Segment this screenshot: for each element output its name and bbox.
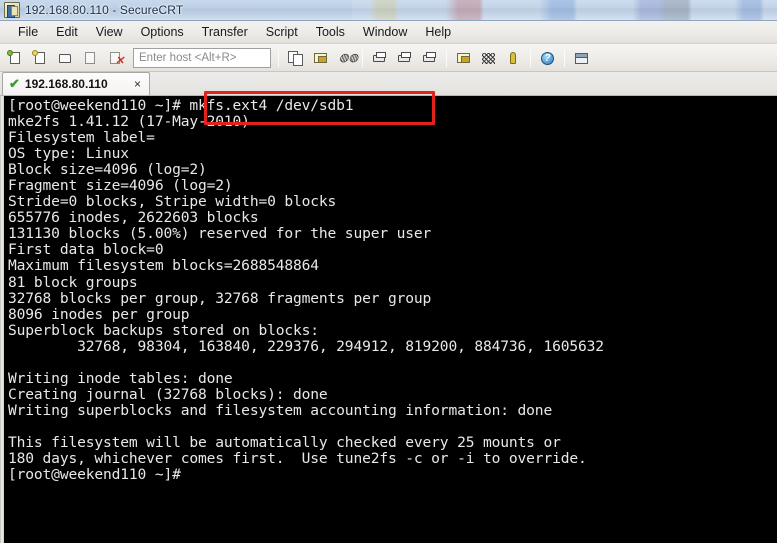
reconnect-icon bbox=[82, 50, 99, 66]
terminal-line: Writing superblocks and filesystem accou… bbox=[8, 401, 553, 419]
close-icon[interactable]: × bbox=[131, 77, 144, 91]
terminal-output[interactable]: [root@weekend110 ~]# mkfs.ext4 /dev/sdb1… bbox=[4, 96, 777, 543]
disconnect-icon: ✕ bbox=[107, 50, 124, 66]
copy-icon bbox=[287, 50, 304, 66]
menu-bar: File Edit View Options Transfer Script T… bbox=[0, 21, 777, 44]
tab-label: 192.168.80.110 bbox=[24, 77, 108, 91]
terminal-line: Block size=4096 (log=2) bbox=[8, 161, 207, 179]
menu-file[interactable]: File bbox=[9, 23, 47, 41]
terminal-line: 81 block groups bbox=[8, 273, 138, 291]
find-button[interactable]: ◍◍ bbox=[334, 47, 359, 69]
toolbar-separator-1 bbox=[278, 48, 279, 67]
tab-session-192-168-80-110[interactable]: ✔ 192.168.80.110 × bbox=[2, 72, 150, 95]
session-options-icon bbox=[455, 50, 472, 66]
key-button[interactable] bbox=[502, 47, 525, 69]
terminal-line: Superblock backups stored on blocks: bbox=[8, 321, 319, 339]
reconnect-button[interactable] bbox=[79, 47, 102, 69]
terminal-line: First data block=0 bbox=[8, 241, 164, 259]
session-options-button[interactable] bbox=[452, 47, 475, 69]
print-screen-icon bbox=[396, 50, 413, 66]
paste-icon bbox=[312, 50, 329, 66]
terminal-line: 32768, 98304, 163840, 229376, 294912, 81… bbox=[8, 337, 604, 355]
terminal-line: OS type: Linux bbox=[8, 145, 129, 163]
print-screen-button[interactable] bbox=[393, 47, 416, 69]
host-input-placeholder: Enter host <Alt+R> bbox=[139, 51, 237, 64]
tile-windows-icon bbox=[573, 50, 590, 66]
connect-local-shell-button[interactable] bbox=[54, 47, 77, 69]
host-input[interactable]: Enter host <Alt+R> bbox=[133, 47, 271, 68]
connect-sftp-button[interactable] bbox=[29, 47, 52, 69]
terminal-line: Filesystem label= bbox=[8, 129, 155, 147]
global-options-icon bbox=[480, 50, 497, 66]
help-icon: ? bbox=[539, 50, 556, 66]
terminal-line: Writing inode tables: done bbox=[8, 369, 233, 387]
terminal-line: Maximum filesystem blocks=2688548864 bbox=[8, 257, 319, 275]
disconnect-button[interactable]: ✕ bbox=[104, 47, 127, 69]
menu-transfer[interactable]: Transfer bbox=[193, 23, 257, 41]
toolbar-separator-3 bbox=[446, 48, 447, 67]
help-button[interactable]: ? bbox=[536, 47, 559, 69]
toolbar-separator-2 bbox=[362, 48, 363, 67]
toolbar: ✕ Enter host <Alt+R> ◍◍ ? bbox=[0, 44, 777, 72]
new-session-button[interactable] bbox=[4, 47, 27, 69]
terminal-line: mke2fs 1.41.12 (17-May-2010) bbox=[8, 113, 250, 131]
terminal-line: Fragment size=4096 (log=2) bbox=[8, 177, 233, 195]
menu-tools[interactable]: Tools bbox=[307, 23, 354, 41]
key-icon bbox=[505, 50, 522, 66]
copy-button[interactable] bbox=[284, 47, 307, 69]
menu-help[interactable]: Help bbox=[416, 23, 460, 41]
toolbar-separator-4 bbox=[530, 48, 531, 67]
green-check-icon: ✔ bbox=[9, 76, 20, 91]
print-icon bbox=[421, 50, 438, 66]
title-bar[interactable]: 192.168.80.110 - SecureCRT bbox=[0, 0, 777, 21]
connect-local-shell-icon bbox=[57, 50, 74, 66]
window-title: 192.168.80.110 - SecureCRT bbox=[25, 3, 184, 17]
terminal-line: 655776 inodes, 2622603 blocks bbox=[8, 209, 259, 227]
log-session-button[interactable] bbox=[368, 47, 391, 69]
tile-windows-button[interactable] bbox=[570, 47, 593, 69]
terminal-line: This filesystem will be automatically ch… bbox=[8, 433, 561, 451]
menu-script[interactable]: Script bbox=[257, 23, 307, 41]
terminal-line: 32768 blocks per group, 32768 fragments … bbox=[8, 289, 432, 307]
terminal-line: Creating journal (32768 blocks): done bbox=[8, 385, 328, 403]
menu-view[interactable]: View bbox=[87, 23, 132, 41]
global-options-button[interactable] bbox=[477, 47, 500, 69]
terminal-line: [root@weekend110 ~]# mkfs.ext4 /dev/sdb1 bbox=[8, 97, 354, 114]
terminal-line: 180 days, whichever comes first. Use tun… bbox=[8, 450, 587, 468]
print-button[interactable] bbox=[418, 47, 441, 69]
new-session-icon bbox=[7, 49, 24, 66]
menu-options[interactable]: Options bbox=[132, 23, 193, 41]
terminal-line: 8096 inodes per group bbox=[8, 305, 190, 323]
log-session-icon bbox=[371, 50, 388, 66]
toolbar-separator-5 bbox=[564, 48, 565, 67]
securecrt-icon bbox=[4, 2, 20, 18]
terminal-panel[interactable]: [root@weekend110 ~]# mkfs.ext4 /dev/sdb1… bbox=[0, 96, 777, 543]
connect-sftp-icon bbox=[32, 49, 49, 66]
menu-edit[interactable]: Edit bbox=[47, 23, 87, 41]
terminal-line: Stride=0 blocks, Stripe width=0 blocks bbox=[8, 193, 337, 211]
background-window-ghost bbox=[352, 0, 777, 20]
securecrt-window: 192.168.80.110 - SecureCRT File Edit Vie… bbox=[0, 0, 777, 543]
menu-window[interactable]: Window bbox=[354, 23, 416, 41]
tab-strip: ✔ 192.168.80.110 × bbox=[0, 72, 777, 96]
paste-button[interactable] bbox=[309, 47, 332, 69]
terminal-line: 131130 blocks (5.00%) reserved for the s… bbox=[8, 225, 432, 243]
find-icon: ◍◍ bbox=[339, 51, 359, 64]
terminal-line: [root@weekend110 ~]# bbox=[8, 466, 181, 484]
